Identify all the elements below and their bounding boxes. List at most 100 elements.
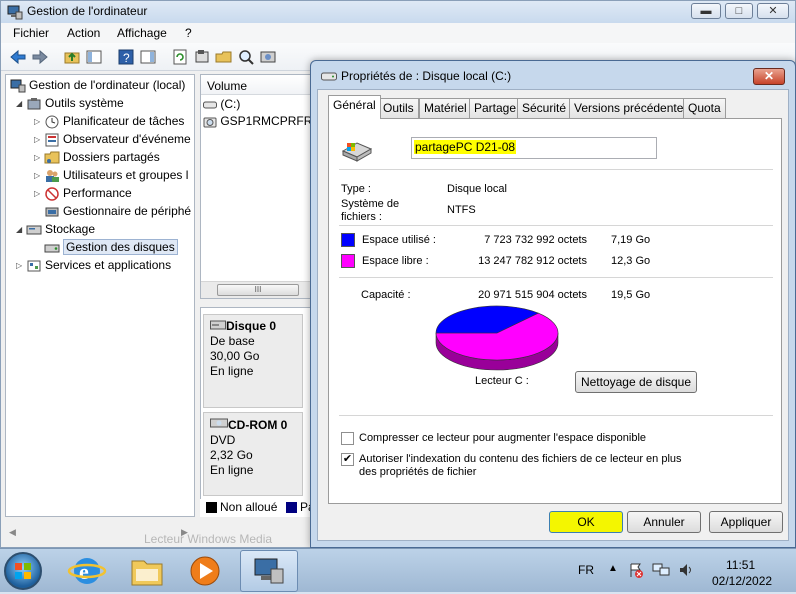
expand-arrow-icon[interactable]: ▷ (34, 135, 44, 144)
media-player-icon[interactable] (178, 551, 232, 591)
tree-item-outils-systeme[interactable]: ◢ Outils système (16, 96, 124, 114)
expand-arrow-icon[interactable]: ▷ (34, 189, 44, 198)
up-folder-icon[interactable] (63, 48, 81, 66)
tree-label: Services et applications (45, 258, 172, 272)
start-button[interactable] (4, 552, 42, 590)
menu-help[interactable]: ? (185, 26, 192, 40)
tree-item-root[interactable]: Gestion de l'ordinateur (local) (10, 78, 185, 96)
scroll-left-arrow-icon[interactable]: ◀ (9, 527, 16, 538)
tree-item-performance[interactable]: ▷ Performance (34, 186, 132, 204)
volume-row[interactable]: (C:) (203, 97, 240, 111)
tree-item-observateur[interactable]: ▷ Observateur d'événeme (34, 132, 191, 150)
disk-cleanup-button[interactable]: Nettoyage de disque (575, 371, 697, 393)
tree-item-gestion-disques[interactable]: Gestion des disques (44, 239, 178, 258)
collapse-arrow-icon[interactable]: ◢ (16, 225, 26, 234)
used-space-label: Espace utilisé : (362, 234, 436, 246)
open-folder-icon[interactable] (215, 48, 233, 66)
tree-label: Outils système (45, 96, 124, 110)
tree-label: Planificateur de tâches (63, 114, 185, 128)
dialog-title-bar[interactable]: Propriétés de : Disque local (C:) ✕ (311, 61, 795, 89)
volume-icon[interactable] (678, 562, 694, 578)
clock-date[interactable]: 02/12/2022 (712, 574, 772, 588)
tab-versions[interactable]: Versions précédentes (569, 98, 695, 118)
action-center-flag-icon[interactable] (628, 562, 644, 578)
capacity-label: Capacité : (361, 289, 411, 301)
tree-label: Gestion de l'ordinateur (local) (29, 78, 186, 92)
menu-action[interactable]: Action (67, 26, 100, 40)
show-action-pane-icon[interactable] (139, 48, 157, 66)
show-hidden-icons-icon[interactable]: ▲ (608, 563, 618, 574)
tree-item-stockage[interactable]: ◢ Stockage (16, 222, 95, 240)
internet-explorer-icon[interactable]: e (60, 551, 114, 591)
expand-arrow-icon[interactable]: ▷ (34, 153, 44, 162)
expand-arrow-icon[interactable]: ▷ (34, 117, 44, 126)
expand-arrow-icon[interactable]: ▷ (16, 261, 26, 270)
ok-button[interactable]: OK (549, 511, 623, 533)
disk-graphical-view: Disque 0 De base 30,00 Go En ligne CD-RO… (200, 307, 314, 517)
dialog-title: Propriétés de : Disque local (C:) (341, 69, 512, 83)
compress-checkbox[interactable] (341, 432, 354, 445)
tab-partage[interactable]: Partage (469, 98, 522, 118)
tab-general[interactable]: Général (328, 95, 381, 119)
disk-title: Disque 0 (226, 319, 277, 333)
tree-label: Observateur d'événeme (63, 132, 191, 146)
clock-time[interactable]: 11:51 (726, 558, 755, 572)
drive-icon (321, 72, 337, 81)
column-header-volume[interactable]: Volume (201, 75, 313, 95)
forward-arrow-icon[interactable] (31, 48, 49, 66)
volume-row[interactable]: GSP1RMCPRFRER (203, 114, 313, 129)
expand-arrow-icon[interactable]: ▷ (34, 171, 44, 180)
used-space-bytes: 7 723 732 992 octets (484, 234, 587, 246)
network-icon[interactable] (652, 562, 670, 578)
tree-item-utilisateurs[interactable]: ▷ Utilisateurs et groupes l (34, 168, 188, 186)
explorer-folder-icon[interactable] (120, 551, 174, 591)
tree-item-services[interactable]: ▷ Services et applications (16, 258, 171, 276)
cdrom-0-block[interactable]: CD-ROM 0 DVD 2,32 Go En ligne (203, 412, 303, 496)
filesystem-value: NTFS (447, 204, 476, 216)
menu-fichier[interactable]: Fichier (13, 26, 49, 40)
tab-outils[interactable]: Outils (378, 98, 419, 118)
window-title: Gestion de l'ordinateur (27, 4, 148, 18)
volume-name-value: partagePC D21-08 (414, 140, 517, 154)
back-arrow-icon[interactable] (9, 48, 27, 66)
help-icon[interactable]: ? (117, 48, 135, 66)
tree-label: Stockage (45, 222, 96, 236)
apply-button[interactable]: Appliquer (709, 511, 783, 533)
tree-item-gestionnaire[interactable]: Gestionnaire de périphé (44, 204, 191, 222)
disk-settings-icon[interactable] (259, 48, 277, 66)
horizontal-scrollbar[interactable]: III (201, 281, 313, 298)
divider (339, 225, 773, 226)
properties-icon[interactable] (193, 48, 211, 66)
maximize-button[interactable]: □ (725, 3, 753, 19)
close-button[interactable]: ✕ (757, 3, 789, 19)
language-indicator[interactable]: FR (578, 563, 594, 577)
tab-materiel[interactable]: Matériel (419, 98, 472, 118)
disk-type: De base (210, 334, 255, 348)
disk-icon (210, 320, 226, 330)
volume-list: Volume (C:) GSP1RMCPRFRER III (200, 74, 314, 299)
tab-securite[interactable]: Sécurité (517, 98, 572, 118)
search-icon[interactable] (237, 48, 255, 66)
disk-management-icon (44, 244, 60, 253)
scrollbar-thumb[interactable]: III (217, 284, 299, 296)
disk-0-block[interactable]: Disque 0 De base 30,00 Go En ligne (203, 314, 303, 408)
collapse-arrow-icon[interactable]: ◢ (16, 99, 26, 108)
tree-label: Performance (63, 186, 132, 200)
minimize-button[interactable]: ▬ (691, 3, 721, 19)
computer-management-taskbar-button[interactable] (240, 550, 298, 592)
menu-affichage[interactable]: Affichage (117, 26, 167, 40)
show-tree-icon[interactable] (85, 48, 103, 66)
index-checkbox[interactable]: ✔ (341, 453, 354, 466)
volume-name-field[interactable]: partagePC D21-08 (411, 137, 657, 159)
tree-item-dossiers[interactable]: ▷ Dossiers partagés (34, 150, 160, 168)
tab-quota[interactable]: Quota (683, 98, 726, 118)
tree-label: Utilisateurs et groupes l (63, 168, 189, 182)
cancel-button[interactable]: Annuler (627, 511, 701, 533)
legend-unallocated: Non alloué (220, 500, 278, 514)
volume-name: GSP1RMCPRFRER (220, 114, 313, 128)
title-bar[interactable]: Gestion de l'ordinateur ▬ □ ✕ (1, 1, 795, 23)
refresh-icon[interactable] (171, 48, 189, 66)
tree-item-planificateur[interactable]: ▷ Planificateur de tâches (34, 114, 184, 132)
dialog-close-button[interactable]: ✕ (753, 68, 785, 85)
used-space-swatch (341, 233, 355, 247)
